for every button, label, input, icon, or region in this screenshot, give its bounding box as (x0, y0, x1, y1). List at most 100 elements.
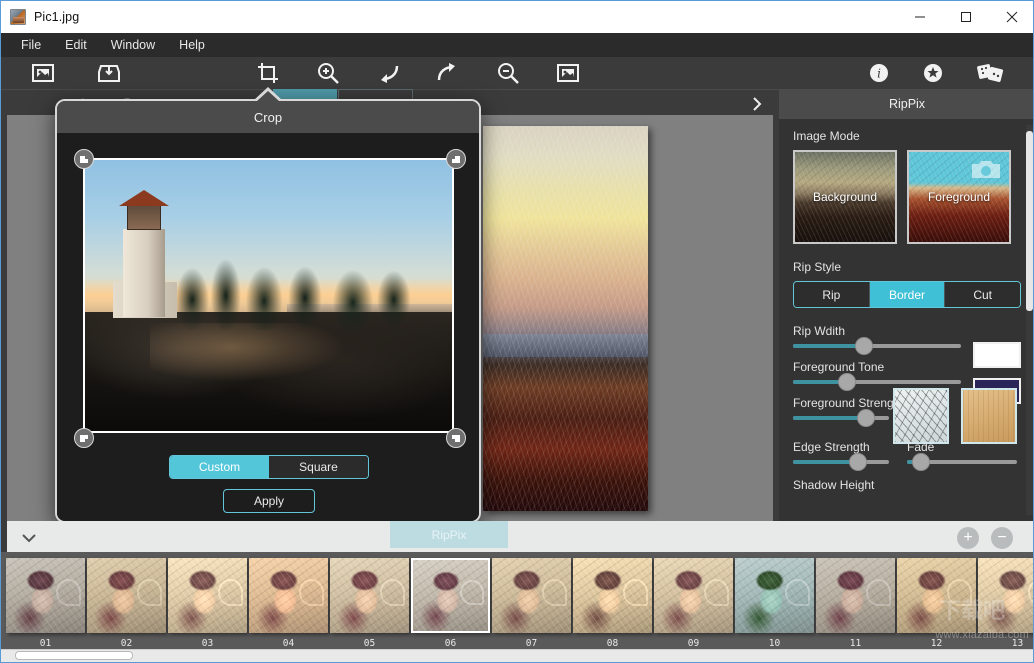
crop-handle-bottom-right[interactable] (446, 428, 466, 448)
effects-icon[interactable] (969, 57, 1013, 89)
list-item[interactable]: 08 (573, 558, 652, 649)
save-image-icon[interactable] (87, 57, 131, 89)
rip-width-slider[interactable] (793, 337, 961, 355)
thumbnail-12[interactable] (897, 558, 976, 633)
chevron-down-icon[interactable] (17, 528, 41, 548)
edge-strength-knob[interactable] (849, 453, 868, 471)
edge-strength-label: Edge Strength (793, 440, 870, 454)
fit-image-icon[interactable] (546, 57, 590, 89)
window-controls (897, 1, 1033, 33)
crop-preview-area[interactable] (57, 133, 479, 451)
maximize-button[interactable] (943, 1, 989, 33)
thumbnail-07[interactable] (492, 558, 571, 633)
list-item[interactable]: 05 (330, 558, 409, 649)
undo-icon[interactable] (366, 57, 410, 89)
list-item[interactable]: 03 (168, 558, 247, 649)
filmstrip[interactable]: 01 02 03 04 05 06 07 08 09 10 11 12 13 下… (1, 552, 1033, 657)
thumbnail-image (330, 558, 409, 633)
menu-help[interactable]: Help (167, 35, 217, 55)
list-item[interactable]: 11 (816, 558, 895, 649)
crop-handle-top-right[interactable] (446, 149, 466, 169)
remove-item-button[interactable]: − (991, 527, 1013, 549)
info-icon[interactable]: i (857, 57, 901, 89)
crop-source-photo (83, 158, 454, 433)
crop-ratio-square[interactable]: Square (269, 456, 368, 478)
list-item[interactable]: 09 (654, 558, 733, 649)
image-mode-background-label: Background (812, 190, 878, 204)
rip-width-label: Rip Wdith (793, 324, 846, 338)
wood-grain-texture[interactable] (961, 388, 1017, 444)
rip-style-border[interactable]: Border (869, 282, 946, 307)
thumbnail-caption: 06 (444, 638, 457, 649)
zoom-out-icon[interactable] (486, 57, 530, 89)
redo-icon[interactable] (426, 57, 470, 89)
zoom-in-icon[interactable] (306, 57, 350, 89)
thumbnail-08[interactable] (573, 558, 652, 633)
thumbnail-11[interactable] (816, 558, 895, 633)
edge-strength-slider[interactable] (793, 453, 889, 471)
crop-dialog-pointer-inner (257, 91, 279, 101)
add-item-button[interactable]: + (957, 527, 979, 549)
rip-width-knob[interactable] (854, 337, 873, 355)
fade-label: Fade (907, 440, 935, 454)
foreground-tone-knob[interactable] (837, 373, 856, 391)
filmstrip-tab-rippix[interactable]: RipPix (390, 521, 508, 548)
minimize-button[interactable] (897, 1, 943, 33)
filmstrip-scrollbar-thumb[interactable] (15, 651, 133, 660)
list-item[interactable]: 10 (735, 558, 814, 649)
chevron-right-icon[interactable] (739, 89, 775, 119)
menu-edit[interactable]: Edit (53, 35, 99, 55)
list-item[interactable]: 01 (6, 558, 85, 649)
rip-style-rip[interactable]: Rip (794, 282, 870, 307)
thumbnail-10[interactable] (735, 558, 814, 633)
foreground-tone-slider[interactable] (793, 373, 961, 391)
crop-handle-top-left[interactable] (74, 149, 94, 169)
rip-style-cut[interactable]: Cut (945, 282, 1020, 307)
thumbnail-01[interactable] (6, 558, 85, 633)
thumbnail-09[interactable] (654, 558, 733, 633)
list-item[interactable]: 02 (87, 558, 166, 649)
edge-fade-row: Edge Strength Fade (793, 440, 1021, 471)
paper-crumple-texture[interactable] (893, 388, 949, 444)
crop-apply-button[interactable]: Apply (223, 489, 315, 513)
foreground-strength-knob[interactable] (856, 409, 875, 427)
crop-icon[interactable] (246, 57, 290, 89)
thumbnail-06[interactable] (411, 558, 490, 633)
menu-file[interactable]: File (9, 35, 53, 55)
thumbnail-03[interactable] (168, 558, 247, 633)
list-item[interactable]: 04 (249, 558, 328, 649)
thumbnail-13[interactable] (978, 558, 1033, 633)
foreground-strength-slider[interactable] (793, 409, 889, 427)
filmstrip-scrollbar-track[interactable] (1, 649, 1033, 662)
list-item[interactable]: 07 (492, 558, 571, 649)
crop-ratio-custom[interactable]: Custom (170, 456, 269, 478)
settings-icon[interactable] (911, 57, 955, 89)
rip-style-segmented-control: Rip Border Cut (793, 281, 1021, 308)
thumbnail-caption: 13 (1011, 638, 1024, 649)
crop-handle-bottom-left[interactable] (74, 428, 94, 448)
rip-width-fill (793, 344, 864, 348)
image-mode-options: Background Foreground (793, 150, 1021, 244)
close-button[interactable] (989, 1, 1033, 33)
list-item[interactable]: 13 (978, 558, 1033, 649)
image-mode-background[interactable]: Background (793, 150, 897, 244)
lighthouse-lantern (127, 204, 161, 230)
crop-dialog-footer: Custom Square Apply (57, 451, 479, 521)
thumbnail-image (413, 560, 488, 631)
thumbnail-04[interactable] (249, 558, 328, 633)
sidebar-scrollbar-thumb[interactable] (1026, 131, 1033, 311)
thumbnail-02[interactable] (87, 558, 166, 633)
list-item[interactable]: 06 (411, 558, 490, 649)
thumbnail-caption: 10 (768, 638, 781, 649)
fade-knob[interactable] (912, 453, 931, 471)
image-mode-foreground[interactable]: Foreground (907, 150, 1011, 244)
thumbnail-05[interactable] (330, 558, 409, 633)
open-image-icon[interactable] (21, 57, 65, 89)
thumbnail-caption: 12 (930, 638, 943, 649)
canvas-preview-image (483, 126, 648, 511)
fade-slider[interactable] (907, 453, 1017, 471)
filmstrip-header: RipPix + − (7, 521, 1033, 555)
list-item[interactable]: 12 (897, 558, 976, 649)
menu-window[interactable]: Window (99, 35, 167, 55)
sidebar-title: RipPix (888, 97, 926, 111)
